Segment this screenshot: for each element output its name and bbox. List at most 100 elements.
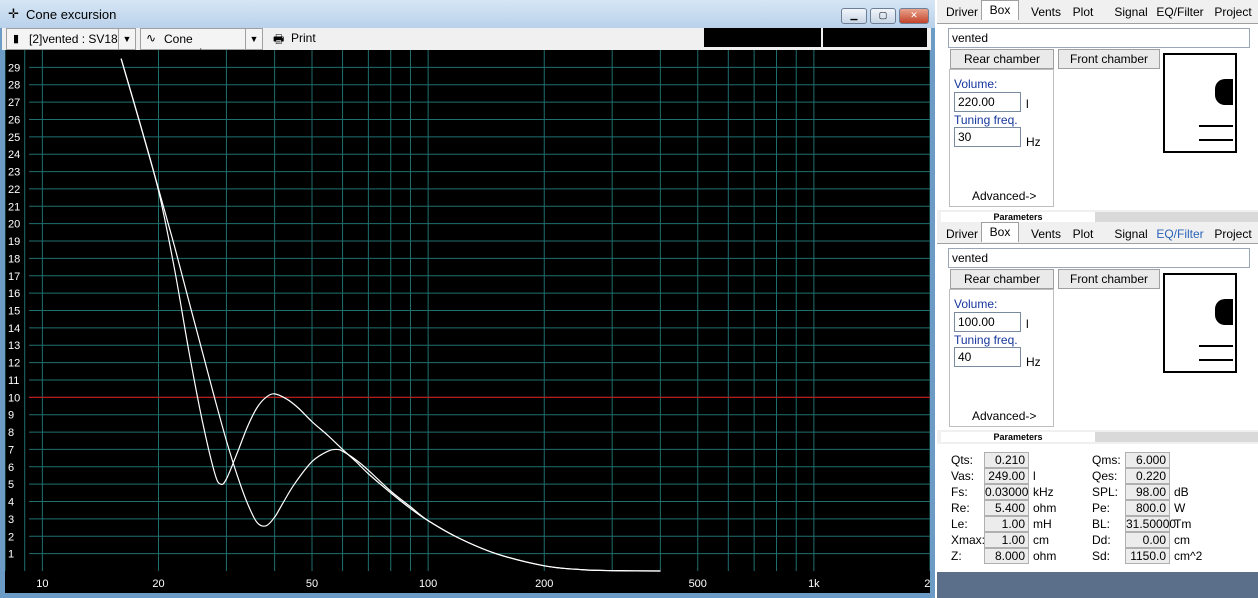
readout-box-1 — [704, 28, 821, 47]
y-tick-label: 29 — [8, 62, 20, 74]
rear-chamber-group-2: Volume: 100.00 l Tuning freq. 40 Hz Adva… — [949, 289, 1054, 427]
driver-parameters: Qts: 0.210 Vas: 249.00 l Fs: 0.03000 kHz Re: 5.40… — [937, 444, 1258, 572]
close-button[interactable]: ✕ — [899, 8, 929, 24]
param-value[interactable]: 249.00 — [984, 468, 1029, 484]
box-name-value: vented — [952, 31, 989, 45]
tuning-input-2[interactable]: 40 — [954, 347, 1021, 367]
param-unit: ohm — [1033, 549, 1057, 563]
tab-vents-2[interactable]: Vents — [1026, 225, 1066, 244]
y-tick-label: 27 — [8, 97, 20, 109]
y-tick-label: 13 — [8, 340, 20, 352]
x-tick-label: 2k — [924, 578, 930, 590]
param-row: Vas: 249.00 l — [951, 468, 1101, 484]
port-line-bottom — [1199, 139, 1233, 141]
print-button[interactable]: 🖶 Print — [270, 28, 330, 48]
maximize-button[interactable]: ▢ — [870, 8, 896, 24]
tab-project-2[interactable]: Project — [1210, 225, 1256, 244]
param-value[interactable]: 0.210 — [984, 452, 1029, 468]
y-tick-label: 21 — [8, 201, 20, 213]
volume-input[interactable]: 220.00 — [954, 92, 1021, 112]
param-value[interactable]: 1.00 — [984, 516, 1029, 532]
param-value[interactable]: 0.220 — [1125, 468, 1170, 484]
param-label: Qms: — [1092, 453, 1121, 467]
y-tick-label: 24 — [8, 149, 20, 161]
front-chamber-button-2[interactable]: Front chamber — [1058, 269, 1160, 289]
param-row: Dd: 0.00 cm — [1092, 532, 1252, 548]
graph-selector[interactable]: ∿ Cone excursion — [140, 28, 246, 60]
port-line-top — [1199, 125, 1233, 127]
port-line-bottom-2 — [1199, 359, 1233, 361]
title-bar: ✛ Cone excursion ▁ ▢ ✕ — [0, 0, 935, 28]
param-unit: W — [1174, 501, 1186, 515]
box-name-value-2: vented — [952, 251, 989, 265]
param-row: BL: 31.50000 Tm — [1092, 516, 1252, 532]
parameters-tab-1[interactable]: Parameters — [941, 212, 1095, 222]
volume-input-2[interactable]: 100.00 — [954, 312, 1021, 332]
cone-excursion-window: ✛ Cone excursion ▁ ▢ ✕ ▮ [2]vented : SV1… — [0, 0, 936, 598]
tab-box[interactable]: Box — [981, 0, 1019, 20]
param-value[interactable]: 98.00 — [1125, 484, 1170, 500]
param-value[interactable]: 800.0 — [1125, 500, 1170, 516]
graph-dropdown-arrow[interactable]: ▼ — [245, 28, 263, 50]
project-selector[interactable]: ▮ [2]vented : SV18 — [6, 28, 119, 50]
x-tick-label: 1k — [808, 578, 820, 590]
box-diagram-1 — [1163, 53, 1237, 153]
param-value[interactable]: 6.000 — [1125, 452, 1170, 468]
rear-chamber-button-2[interactable]: Rear chamber — [950, 269, 1054, 289]
y-tick-label: 3 — [8, 514, 14, 526]
x-tick-label: 100 — [419, 578, 437, 590]
excursion-plot[interactable]: 1 2 3 4 5 6 7 8 9 10 11 12 13 14 15 16 17 18 19 20 21 22 23 24 2… — [4, 50, 936, 593]
tab-eq-filter[interactable]: EQ/Filter — [1155, 3, 1205, 22]
curve-icon: ∿ — [146, 31, 157, 45]
y-tick-label: 9 — [8, 410, 14, 422]
param-value[interactable]: 31.50000 — [1125, 516, 1176, 532]
printer-icon: 🖶 — [273, 32, 285, 46]
tab-project[interactable]: Project — [1210, 3, 1256, 22]
tab-signal-2[interactable]: Signal — [1111, 225, 1151, 244]
tab-vents[interactable]: Vents — [1026, 3, 1066, 22]
tuning-unit-2: Hz — [1026, 355, 1041, 369]
param-unit: cm — [1033, 533, 1049, 547]
tuning-label: Tuning freq. — [954, 113, 1018, 127]
front-chamber-button[interactable]: Front chamber — [1058, 49, 1160, 69]
tab-driver-2[interactable]: Driver — [943, 225, 981, 244]
advanced-link-2[interactable]: Advanced-> — [972, 409, 1036, 423]
param-row: Le: 1.00 mH — [951, 516, 1101, 532]
y-tick-label: 19 — [8, 236, 20, 248]
tab-box-2[interactable]: Box — [981, 222, 1019, 242]
param-unit: cm — [1174, 533, 1190, 547]
box-name-field-2[interactable]: vented — [948, 248, 1250, 268]
minimize-button[interactable]: ▁ — [841, 8, 867, 24]
parameters-strip-fill-1 — [1095, 212, 1258, 222]
param-value[interactable]: 1150.0 — [1125, 548, 1170, 564]
x-tick-label: 200 — [535, 578, 553, 590]
tuning-input[interactable]: 30 — [954, 127, 1021, 147]
driver-icon-2 — [1215, 299, 1233, 325]
box-name-field[interactable]: vented — [948, 28, 1250, 48]
y-tick-label: 5 — [8, 479, 14, 491]
tab-signal[interactable]: Signal — [1111, 3, 1151, 22]
parameters-tab-2[interactable]: Parameters — [941, 432, 1095, 442]
param-value[interactable]: 1.00 — [984, 532, 1029, 548]
param-label: Fs: — [951, 485, 968, 499]
rear-chamber-button[interactable]: Rear chamber — [950, 49, 1054, 69]
advanced-link[interactable]: Advanced-> — [972, 189, 1036, 203]
param-unit: Tm — [1174, 517, 1192, 531]
tab-eq-filter-2[interactable]: EQ/Filter — [1155, 225, 1205, 244]
box-page-1: vented Rear chamber Front chamber Volume… — [937, 23, 1258, 210]
param-row: Re: 5.400 ohm — [951, 500, 1101, 516]
param-value[interactable]: 0.00 — [1125, 532, 1170, 548]
param-label: Qes: — [1092, 469, 1118, 483]
param-row: Z: 8.000 ohm — [951, 548, 1101, 564]
param-value[interactable]: 5.400 — [984, 500, 1029, 516]
param-value[interactable]: 8.000 — [984, 548, 1029, 564]
tab-plot[interactable]: Plot — [1068, 3, 1098, 22]
param-unit: kHz — [1033, 485, 1054, 499]
panel-bottom-bar — [937, 572, 1258, 598]
volume-label: Volume: — [954, 77, 998, 91]
param-value[interactable]: 0.03000 — [984, 484, 1029, 500]
project-dropdown-arrow[interactable]: ▼ — [118, 28, 136, 50]
param-row: Qts: 0.210 — [951, 452, 1101, 468]
tab-driver[interactable]: Driver — [943, 3, 981, 22]
tab-plot-2[interactable]: Plot — [1068, 225, 1098, 244]
